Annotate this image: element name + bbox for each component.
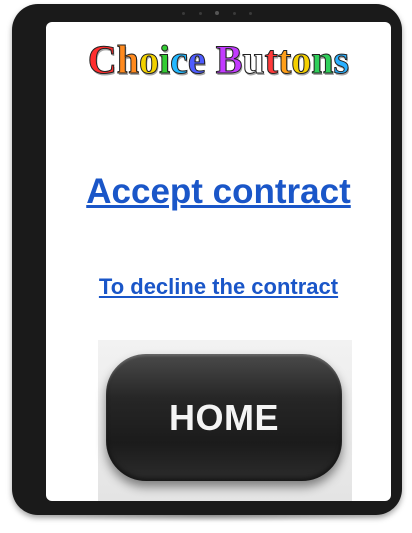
sensor-dot [232, 11, 236, 15]
camera-icon [215, 11, 219, 15]
decline-contract-link[interactable]: To decline the contract [46, 272, 391, 302]
home-button-image: HOME [98, 340, 352, 501]
home-button-label: HOME [169, 396, 279, 438]
title-letter: h [116, 37, 140, 83]
title-letter: B [215, 37, 243, 83]
title-letter: u [242, 37, 265, 83]
title-letter: t [264, 37, 278, 83]
title-letter [206, 37, 216, 82]
title-letter: s [333, 37, 350, 83]
title-letter: n [311, 37, 334, 83]
camera-dots [182, 10, 252, 16]
accept-contract-link[interactable]: Accept contract [46, 170, 391, 214]
sensor-dot [182, 11, 185, 15]
title-letter: e [187, 37, 206, 83]
title-letter: o [291, 37, 312, 83]
home-button[interactable]: HOME [106, 354, 342, 481]
title-letter: c [170, 37, 189, 83]
tablet-screen: Choice Buttons Accept contract To declin… [46, 22, 391, 501]
sensor-dot [249, 11, 252, 15]
title-letter: t [277, 37, 292, 83]
title-letter: o [139, 37, 160, 83]
tablet-frame: Choice Buttons Accept contract To declin… [12, 4, 402, 515]
title-letter: i [159, 37, 171, 83]
sensor-dot [198, 11, 202, 15]
page-title: Choice Buttons [46, 30, 391, 90]
title-letter: C [87, 37, 117, 83]
